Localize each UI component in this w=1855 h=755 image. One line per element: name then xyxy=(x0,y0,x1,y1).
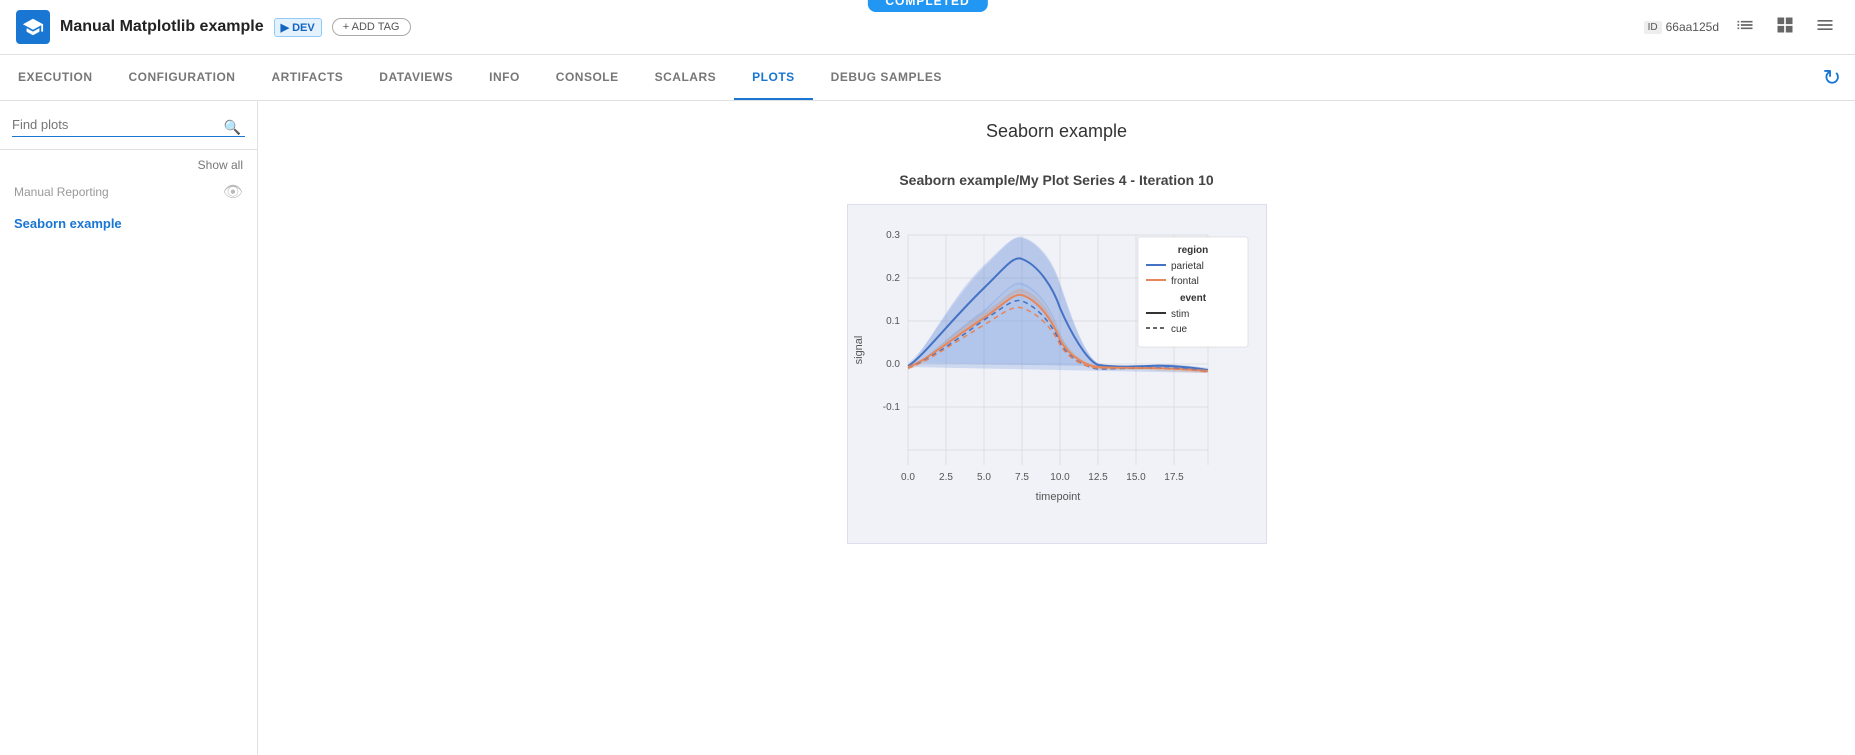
manual-reporting-label: Manual Reporting xyxy=(14,185,109,199)
svg-text:-0.1: -0.1 xyxy=(882,402,900,413)
svg-text:0.0: 0.0 xyxy=(901,472,915,483)
svg-text:17.5: 17.5 xyxy=(1164,472,1184,483)
divider xyxy=(0,149,257,150)
svg-text:0.0: 0.0 xyxy=(886,359,900,370)
main-layout: 🔍 Show all Manual Reporting 👁 Seaborn ex… xyxy=(0,101,1855,755)
add-tag-button[interactable]: + ADD TAG xyxy=(332,18,411,36)
svg-text:15.0: 15.0 xyxy=(1126,472,1146,483)
svg-text:0.1: 0.1 xyxy=(886,316,900,327)
id-label: ID xyxy=(1644,21,1662,34)
menu-button[interactable] xyxy=(1811,11,1839,44)
svg-text:7.5: 7.5 xyxy=(1015,472,1029,483)
tab-configuration[interactable]: CONFIGURATION xyxy=(111,55,254,100)
tab-scalars[interactable]: SCALARS xyxy=(637,55,735,100)
completed-badge: COMPLETED xyxy=(867,0,987,12)
tab-plots[interactable]: PLOTS xyxy=(734,55,813,100)
hamburger-icon xyxy=(1815,15,1835,35)
sidebar-item-seaborn[interactable]: Seaborn example xyxy=(0,208,257,239)
show-all-link[interactable]: Show all xyxy=(0,154,257,176)
nav-tabs: EXECUTION CONFIGURATION ARTIFACTS DATAVI… xyxy=(0,55,1855,101)
content-area: Seaborn example Seaborn example/My Plot … xyxy=(258,101,1855,755)
svg-text:signal: signal xyxy=(853,336,865,365)
svg-text:0.2: 0.2 xyxy=(886,273,900,284)
search-icon: 🔍 xyxy=(224,119,241,136)
graduation-cap-icon xyxy=(22,16,44,38)
search-container: 🔍 xyxy=(0,113,257,145)
svg-text:region: region xyxy=(1177,245,1208,256)
grid-view-button[interactable] xyxy=(1771,11,1799,44)
tab-dataviews[interactable]: DATAVIEWS xyxy=(361,55,471,100)
app-title: Manual Matplotlib example xyxy=(60,18,264,36)
tab-execution[interactable]: EXECUTION xyxy=(0,55,111,100)
svg-text:frontal: frontal xyxy=(1171,276,1199,287)
list-view-button[interactable] xyxy=(1731,11,1759,44)
svg-text:10.0: 10.0 xyxy=(1050,472,1070,483)
dev-badge: ▶ DEV xyxy=(274,18,322,37)
svg-text:0.3: 0.3 xyxy=(886,230,900,241)
plot-title: Seaborn example/My Plot Series 4 - Itera… xyxy=(278,172,1835,188)
list-icon xyxy=(1735,15,1755,35)
id-badge: ID 66aa125d xyxy=(1644,20,1719,34)
svg-text:event: event xyxy=(1179,293,1206,304)
tab-artifacts[interactable]: ARTIFACTS xyxy=(253,55,361,100)
content-title: Seaborn example xyxy=(278,121,1835,142)
svg-text:cue: cue xyxy=(1171,324,1188,335)
chart-container: 0.3 0.2 0.1 0.0 -0.1 0.0 2.5 5.0 7.5 10.… xyxy=(278,204,1835,544)
top-bar-right: ID 66aa125d xyxy=(1644,11,1839,44)
eye-off-icon: 👁 xyxy=(223,182,243,202)
top-bar-left: Manual Matplotlib example ▶ DEV + ADD TA… xyxy=(16,10,411,44)
sidebar-section-manual: Manual Reporting 👁 xyxy=(0,176,257,208)
tab-console[interactable]: CONSOLE xyxy=(538,55,637,100)
svg-text:timepoint: timepoint xyxy=(1035,491,1080,503)
top-bar: Manual Matplotlib example ▶ DEV + ADD TA… xyxy=(0,0,1855,55)
app-icon xyxy=(16,10,50,44)
sidebar: 🔍 Show all Manual Reporting 👁 Seaborn ex… xyxy=(0,101,258,755)
tab-debug-samples[interactable]: DEBUG SAMPLES xyxy=(813,55,960,100)
search-input[interactable] xyxy=(12,113,245,137)
id-value: 66aa125d xyxy=(1666,20,1719,34)
svg-text:2.5: 2.5 xyxy=(939,472,953,483)
svg-text:parietal: parietal xyxy=(1171,261,1204,272)
seaborn-chart: 0.3 0.2 0.1 0.0 -0.1 0.0 2.5 5.0 7.5 10.… xyxy=(847,204,1267,544)
svg-text:stim: stim xyxy=(1171,309,1189,320)
grid-icon xyxy=(1775,15,1795,35)
svg-text:5.0: 5.0 xyxy=(977,472,991,483)
reload-button[interactable]: ↻ xyxy=(1819,61,1845,95)
svg-text:12.5: 12.5 xyxy=(1088,472,1108,483)
tab-info[interactable]: INFO xyxy=(471,55,538,100)
